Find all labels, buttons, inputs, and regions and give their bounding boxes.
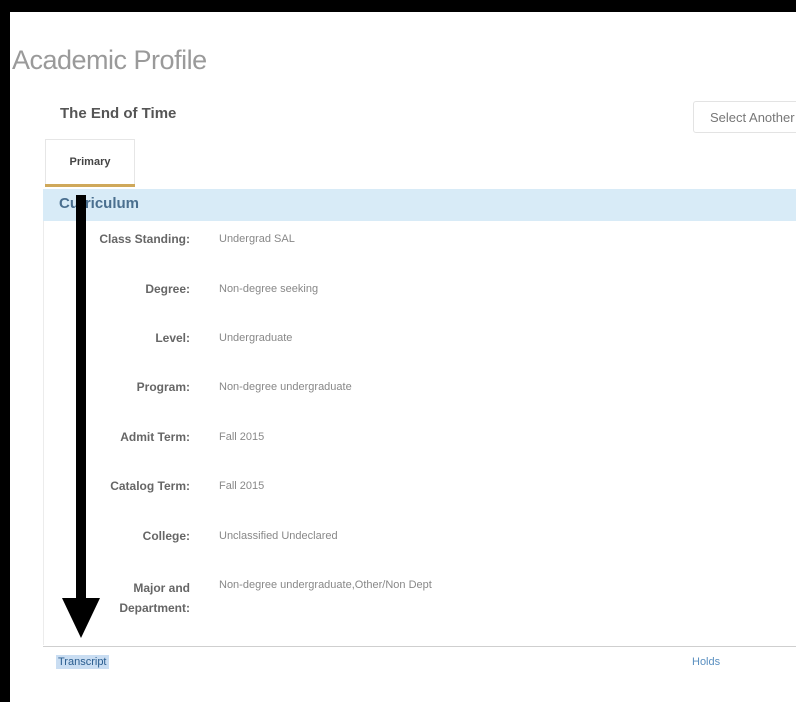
annotation-arrow-head [62, 598, 100, 638]
screenshot-border-left [0, 0, 10, 702]
field-label-admit-term: Admit Term: [120, 430, 190, 444]
select-another-button[interactable]: Select Another [693, 101, 796, 133]
tab-primary[interactable]: Primary [45, 139, 135, 187]
field-value-admit-term: Fall 2015 [219, 431, 265, 443]
field-value-level: Undergraduate [219, 332, 293, 344]
field-label-class-standing: Class Standing: [99, 232, 190, 246]
page-title: Academic Profile [12, 45, 207, 75]
section-header-curriculum: Curriculum [43, 189, 796, 221]
field-label-degree: Degree: [145, 282, 190, 296]
field-label-college: College: [142, 529, 190, 543]
field-label-program: Program: [136, 380, 190, 394]
field-label-catalog-term: Catalog Term: [110, 479, 190, 493]
field-value-class-standing: Undergrad SAL [219, 233, 295, 245]
transcript-link[interactable]: Transcript [56, 655, 109, 669]
footer-divider [43, 646, 796, 647]
field-value-major-department: Non-degree undergraduate,Other/Non Dept [219, 579, 432, 591]
student-name: The End of Time [60, 105, 177, 122]
field-label-major-department: Major and Department: [119, 581, 190, 615]
holds-link[interactable]: Holds [692, 656, 720, 668]
field-value-college: Unclassified Undeclared [219, 530, 338, 542]
screenshot-border-top [0, 0, 796, 12]
field-label-level: Level: [155, 331, 190, 345]
active-tab-indicator [45, 184, 135, 187]
field-value-program: Non-degree undergraduate [219, 381, 352, 393]
field-value-catalog-term: Fall 2015 [219, 480, 265, 492]
annotation-arrow-shaft [76, 195, 86, 600]
field-value-degree: Non-degree seeking [219, 283, 319, 295]
